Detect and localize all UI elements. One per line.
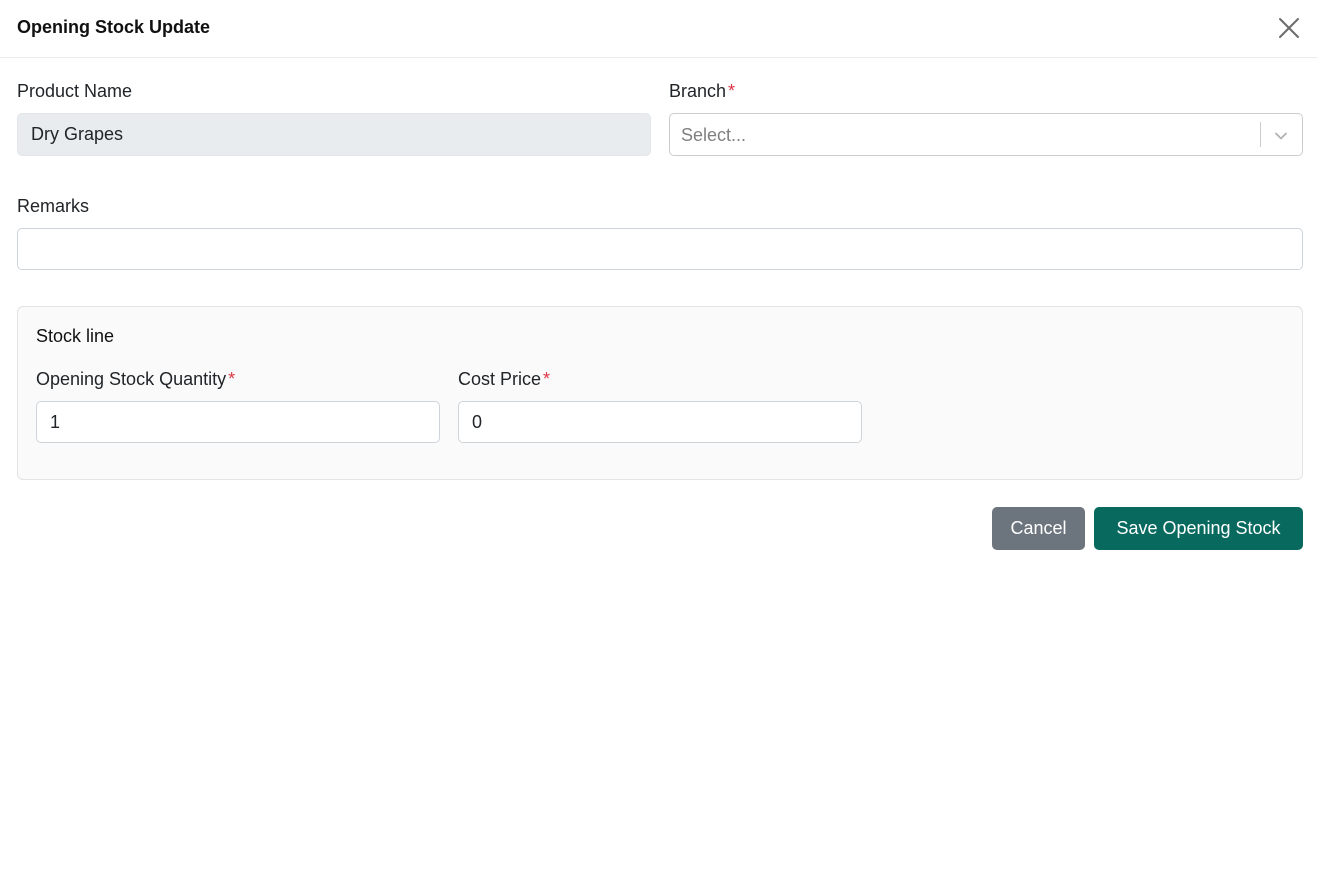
branch-select-placeholder: Select...: [681, 125, 747, 145]
close-icon: [1279, 18, 1299, 38]
cancel-button[interactable]: Cancel: [992, 507, 1085, 550]
required-marker: *: [728, 81, 736, 101]
cost-price-field[interactable]: [458, 401, 862, 443]
modal-header: Opening Stock Update: [0, 0, 1317, 58]
product-name-field[interactable]: [17, 113, 651, 156]
opening-stock-quantity-label: Opening Stock Quantity *: [36, 369, 236, 389]
opening-stock-modal: Opening Stock Update Product Name Branch…: [0, 0, 1317, 888]
remarks-label: Remarks: [17, 196, 90, 216]
select-separator: [1260, 122, 1261, 147]
branch-label: Branch *: [669, 81, 736, 101]
chevron-down-icon[interactable]: [1272, 127, 1290, 145]
cost-price-label: Cost Price *: [458, 369, 551, 389]
opening-stock-quantity-field[interactable]: [36, 401, 440, 443]
required-marker: *: [543, 369, 551, 389]
stock-line-title: Stock line: [36, 326, 115, 346]
modal-title: Opening Stock Update: [17, 17, 211, 37]
stock-line-card: Stock line Opening Stock Quantity* Cost …: [17, 306, 1303, 480]
save-opening-stock-button[interactable]: Save Opening Stock: [1094, 507, 1303, 550]
required-marker: *: [228, 369, 236, 389]
product-name-label: Product Name: [17, 81, 133, 101]
branch-select[interactable]: Select...: [669, 113, 1303, 156]
close-button[interactable]: [1276, 15, 1302, 41]
remarks-field[interactable]: [17, 228, 1303, 270]
